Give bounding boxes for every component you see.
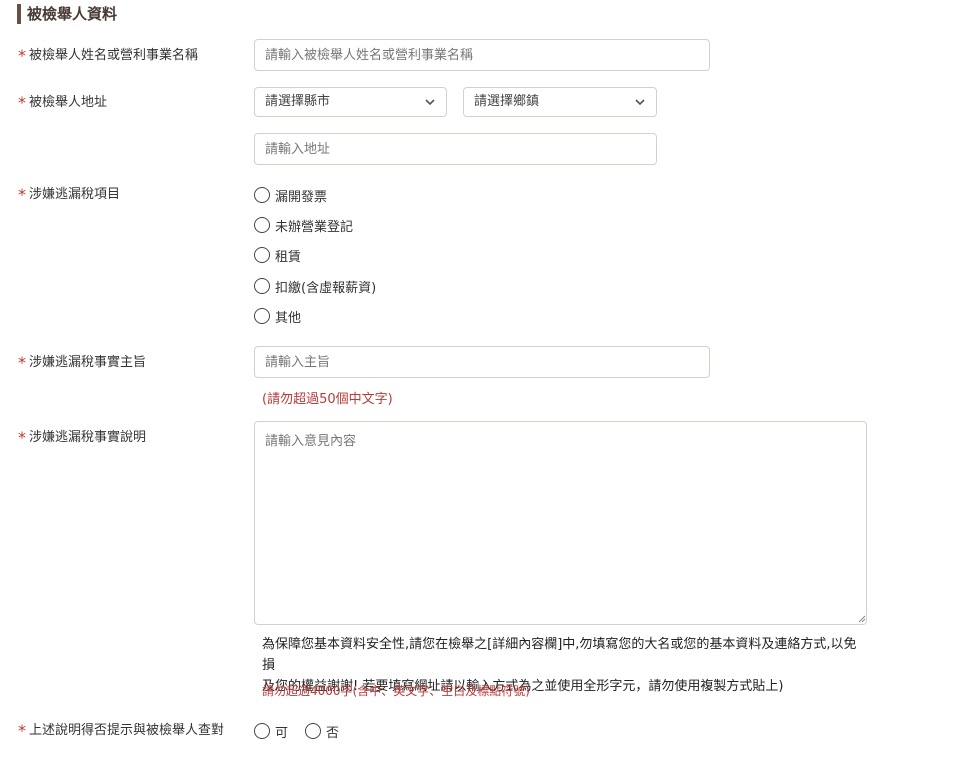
town-select-value: 請選擇鄉鎮 xyxy=(474,94,540,109)
verify-yes-label: 可 xyxy=(275,725,289,741)
chevron-down-icon xyxy=(635,99,645,106)
required-star-icon: * xyxy=(18,721,26,740)
radio-icon[interactable] xyxy=(254,217,270,233)
tax-item-option-label: 其他 xyxy=(275,310,302,326)
tax-item-option-label: 未辦營業登記 xyxy=(275,219,354,235)
tax-item-option-label: 租賃 xyxy=(275,249,302,265)
radio-icon[interactable] xyxy=(254,723,270,739)
description-textarea[interactable] xyxy=(254,421,867,625)
tax-item-option-label: 扣繳(含虛報薪資) xyxy=(275,280,377,296)
address-label-text: 被檢舉人地址 xyxy=(29,95,108,110)
name-input[interactable] xyxy=(254,39,710,71)
town-select[interactable]: 請選擇鄉鎮 xyxy=(463,87,657,117)
verify-label: * 上述說明得否提示與被檢舉人查對 xyxy=(18,722,224,740)
required-star-icon: * xyxy=(18,46,26,65)
subject-label: * 涉嫌逃漏稅事實主旨 xyxy=(18,354,146,372)
required-star-icon: * xyxy=(18,93,26,112)
tax-item-option-label: 漏開發票 xyxy=(275,189,328,205)
tax-items-label: * 涉嫌逃漏稅項目 xyxy=(18,186,120,204)
name-label-text: 被檢舉人姓名或營利事業名稱 xyxy=(29,48,199,63)
required-star-icon: * xyxy=(18,353,26,372)
section-title: 被檢舉人資料 xyxy=(17,4,117,24)
tax-items-label-text: 涉嫌逃漏稅項目 xyxy=(29,187,121,202)
description-label-text: 涉嫌逃漏稅事實說明 xyxy=(29,430,147,445)
radio-icon[interactable] xyxy=(254,278,270,294)
radio-icon[interactable] xyxy=(254,187,270,203)
required-star-icon: * xyxy=(18,428,26,447)
tax-item-option[interactable]: 租賃 xyxy=(254,246,302,265)
description-label: * 涉嫌逃漏稅事實說明 xyxy=(18,429,146,447)
chevron-down-icon xyxy=(425,99,435,106)
tax-item-option[interactable]: 漏開發票 xyxy=(254,186,328,205)
description-limit-hint: 請勿超過4000字(含中、英文字、空白及標點符號) xyxy=(262,684,530,698)
tax-item-option[interactable]: 扣繳(含虛報薪資) xyxy=(254,277,377,296)
subject-limit-hint: (請勿超過50個中文字) xyxy=(262,392,393,407)
county-select-value: 請選擇縣市 xyxy=(265,94,331,109)
tax-item-option[interactable]: 未辦營業登記 xyxy=(254,216,354,235)
privacy-note-line: 為保障您基本資料安全性,請您在檢舉之[詳細內容欄]中,勿填寫您的大名或您的基本資… xyxy=(262,637,857,673)
verify-yes-option[interactable]: 可 xyxy=(254,722,289,741)
address-input[interactable] xyxy=(254,133,657,165)
verify-no-label: 否 xyxy=(326,725,340,741)
subject-label-text: 涉嫌逃漏稅事實主旨 xyxy=(29,355,147,370)
name-label: * 被檢舉人姓名或營利事業名稱 xyxy=(18,47,198,65)
verify-no-option[interactable]: 否 xyxy=(305,722,340,741)
resize-grip-icon[interactable] xyxy=(856,613,866,623)
radio-icon[interactable] xyxy=(254,308,270,324)
address-label: * 被檢舉人地址 xyxy=(18,94,107,112)
county-select[interactable]: 請選擇縣市 xyxy=(254,87,447,117)
required-star-icon: * xyxy=(18,185,26,204)
subject-input[interactable] xyxy=(254,346,710,378)
tax-item-option[interactable]: 其他 xyxy=(254,307,302,326)
verify-label-text: 上述說明得否提示與被檢舉人查對 xyxy=(29,723,225,738)
radio-icon[interactable] xyxy=(305,723,321,739)
radio-icon[interactable] xyxy=(254,247,270,263)
